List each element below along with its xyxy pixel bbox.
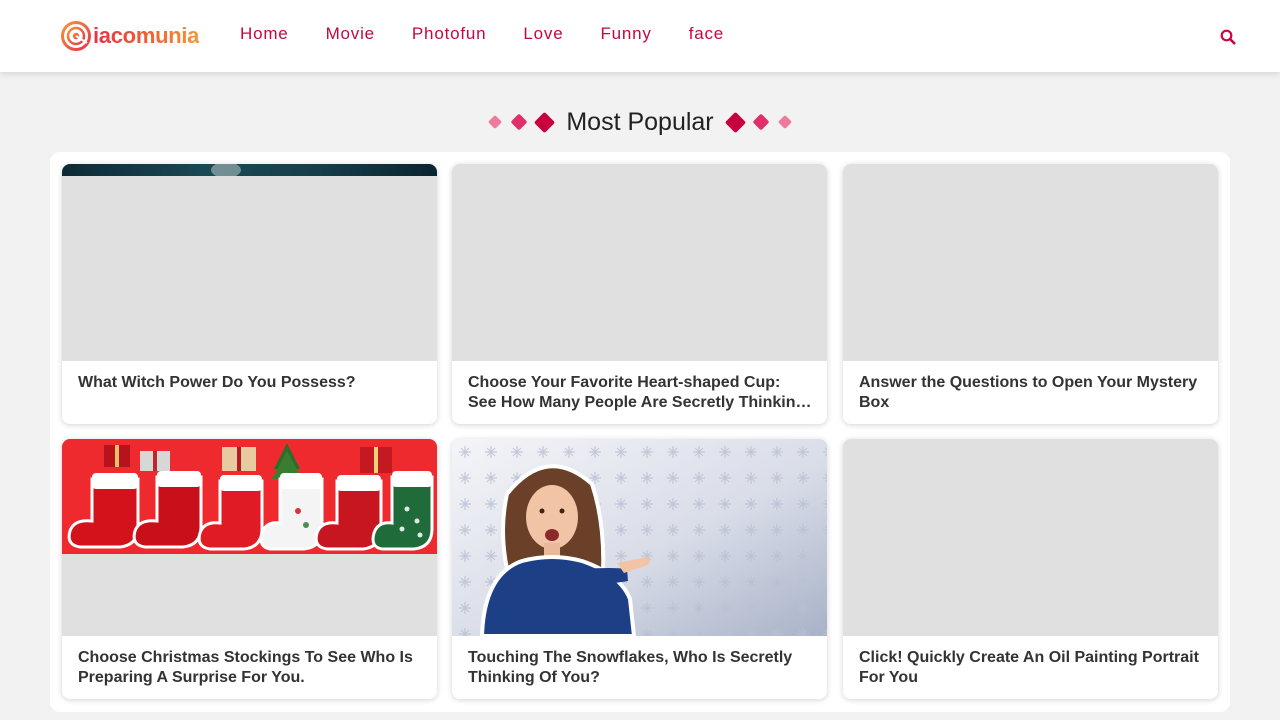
card-thumbnail <box>62 164 437 361</box>
search-icon <box>1220 29 1236 45</box>
diamond-icon <box>510 113 528 131</box>
search-button[interactable] <box>1216 25 1240 49</box>
quiz-card[interactable]: Choose Christmas Stockings To See Who Is… <box>62 439 437 699</box>
quiz-grid: What Witch Power Do You Possess? Choose … <box>50 152 1230 712</box>
card-thumbnail <box>452 164 827 361</box>
diamond-icon <box>724 111 746 133</box>
nav-item-love[interactable]: Love <box>523 24 563 44</box>
nav-item-photofun[interactable]: Photofun <box>412 24 486 44</box>
snowflake-woman-image <box>452 439 827 636</box>
logo-icon <box>61 21 91 51</box>
card-title: Choose Your Favorite Heart-shaped Cup: S… <box>468 374 806 411</box>
logo-text: iacomunia <box>93 23 200 48</box>
main-nav: Home Movie Photofun Love Funny face <box>240 24 761 44</box>
diamond-icon <box>777 114 792 130</box>
card-title: Click! Quickly Create An Oil Painting Po… <box>859 649 1199 686</box>
diamond-icon <box>752 113 770 131</box>
quiz-card[interactable]: Touching The Snowflakes, Who Is Secretly… <box>452 439 827 699</box>
card-title: What Witch Power Do You Possess? <box>78 374 356 391</box>
stockings-image <box>62 439 437 554</box>
heading-ornament-right <box>724 111 792 133</box>
heading-ornament-left <box>488 111 556 133</box>
nav-item-movie[interactable]: Movie <box>326 24 375 44</box>
nav-item-face[interactable]: face <box>689 24 724 44</box>
site-logo[interactable]: iacomunia <box>61 20 199 52</box>
card-thumbnail <box>62 439 437 636</box>
card-title: Answer the Questions to Open Your Myster… <box>859 374 1198 411</box>
quiz-card[interactable]: Click! Quickly Create An Oil Painting Po… <box>843 439 1218 699</box>
nav-item-home[interactable]: Home <box>240 24 289 44</box>
diamond-icon <box>488 114 503 130</box>
card-title: Touching The Snowflakes, Who Is Secretly… <box>468 649 793 686</box>
card-thumbnail <box>843 439 1218 636</box>
card-thumbnail <box>843 164 1218 361</box>
quiz-card[interactable]: Answer the Questions to Open Your Myster… <box>843 164 1218 424</box>
section-title: Most Popular <box>566 108 714 136</box>
diamond-icon <box>534 111 556 133</box>
nav-item-funny[interactable]: Funny <box>600 24 651 44</box>
quiz-card[interactable]: Choose Your Favorite Heart-shaped Cup: S… <box>452 164 827 424</box>
card-thumbnail <box>452 439 827 636</box>
site-header: iacomunia Home Movie Photofun Love Funny… <box>0 0 1280 72</box>
card-title: Choose Christmas Stockings To See Who Is… <box>78 649 413 686</box>
witch-image-strip <box>62 164 437 176</box>
quiz-card[interactable]: What Witch Power Do You Possess? <box>62 164 437 424</box>
section-heading: Most Popular <box>0 104 1280 140</box>
